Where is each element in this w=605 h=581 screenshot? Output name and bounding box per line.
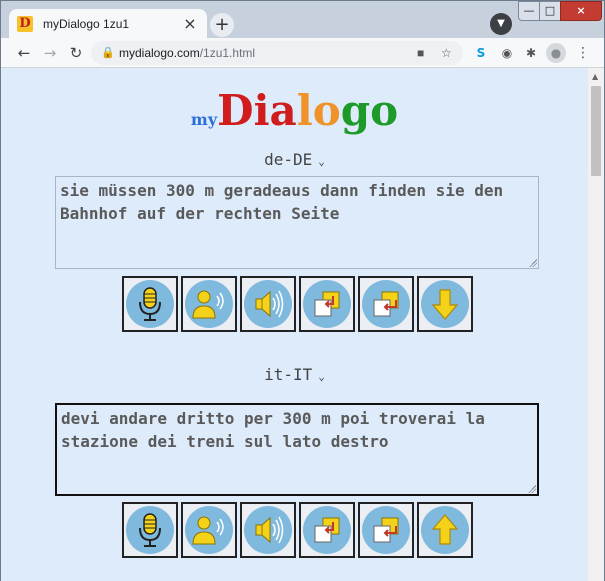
back-icon[interactable]: ← (13, 42, 35, 64)
camera-icon[interactable]: ■ (417, 41, 424, 65)
extension-icon[interactable]: ◉ (497, 43, 517, 63)
target-language-select[interactable]: it-IT ⌄ (1, 365, 588, 384)
target-text-area[interactable]: devi andare dritto per 300 m poi trovera… (55, 403, 539, 496)
tab-title: myDialogo 1zu1 (43, 16, 130, 31)
new-tab-button[interactable]: + (210, 13, 234, 37)
logo-part: go (340, 86, 399, 135)
puzzle-icon[interactable]: ✱ (521, 43, 541, 63)
paste-icon (362, 280, 410, 328)
skype-extension-icon[interactable]: S (471, 43, 491, 63)
profile-avatar-icon[interactable]: ● (546, 43, 566, 63)
minimize-button[interactable]: — (518, 1, 540, 21)
target-arrow-up-button[interactable] (417, 502, 473, 558)
target-language-label: it-IT (264, 365, 313, 384)
source-arrow-down-button[interactable] (417, 276, 473, 332)
source-text-area[interactable]: sie müssen 300 m geradeaus dann finden s… (55, 176, 539, 269)
tab-close-icon[interactable]: × (181, 14, 199, 33)
target-copy-button[interactable] (299, 502, 355, 558)
logo-my: my (190, 110, 218, 129)
chevron-down-icon: ⌄ (318, 370, 325, 383)
microphone-icon (126, 506, 174, 554)
scroll-thumb[interactable] (591, 86, 601, 176)
target-paste-button[interactable] (358, 502, 414, 558)
resize-handle-icon[interactable] (529, 259, 537, 267)
page-content: myDialogo de-DE ⌄ sie müssen 300 m gerade… (1, 68, 588, 581)
forward-icon[interactable]: → (39, 42, 61, 64)
maximize-button[interactable]: □ (539, 1, 561, 21)
source-microphone-button[interactable] (122, 276, 178, 332)
chevron-down-icon: ⌄ (318, 155, 325, 168)
scroll-up-icon[interactable]: ▲ (592, 72, 598, 81)
source-text: sie müssen 300 m geradeaus dann finden s… (60, 181, 504, 223)
target-text: devi andare dritto per 300 m poi trovera… (61, 409, 485, 451)
site-logo: myDialogo (1, 86, 588, 135)
microphone-icon (126, 280, 174, 328)
tab-search-icon[interactable]: ▼ (490, 13, 512, 35)
bookmark-star-icon[interactable]: ☆ (441, 41, 452, 65)
logo-wordmark: Dialogo (217, 86, 398, 135)
copy-icon (303, 280, 351, 328)
volume-icon (244, 280, 292, 328)
source-speaker-person-button[interactable] (181, 276, 237, 332)
url-host: mydialogo.com (119, 46, 200, 60)
source-language-label: de-DE (264, 150, 313, 169)
target-volume-button[interactable] (240, 502, 296, 558)
target-speaker-person-button[interactable] (181, 502, 237, 558)
logo-part: lo (296, 86, 341, 135)
source-button-row (122, 276, 473, 332)
address-bar[interactable]: 🔒 mydialogo.com/1zu1.html ■ ☆ (91, 41, 463, 65)
arrow-down-icon (421, 280, 469, 328)
source-language-select[interactable]: de-DE ⌄ (1, 150, 588, 169)
source-volume-button[interactable] (240, 276, 296, 332)
source-paste-button[interactable] (358, 276, 414, 332)
target-microphone-button[interactable] (122, 502, 178, 558)
browser-window: D myDialogo 1zu1 × + ▼ — □ × ← → ↻ 🔒 myd… (0, 0, 605, 581)
reload-icon[interactable]: ↻ (65, 42, 87, 64)
lock-icon: 🔒 (101, 47, 115, 59)
menu-dots-icon[interactable]: ⋮ (573, 43, 593, 63)
speaker-person-icon (185, 280, 233, 328)
close-window-button[interactable]: × (560, 1, 602, 21)
source-copy-button[interactable] (299, 276, 355, 332)
resize-handle-icon[interactable] (528, 485, 536, 493)
url-path: /1zu1.html (199, 46, 256, 60)
copy-icon (303, 506, 351, 554)
paste-icon (362, 506, 410, 554)
arrow-up-icon (421, 506, 469, 554)
logo-part: Dia (217, 86, 297, 135)
vertical-scrollbar[interactable]: ▲ (588, 68, 604, 581)
browser-toolbar: ← → ↻ 🔒 mydialogo.com/1zu1.html ■ ☆ S ◉ … (1, 38, 604, 68)
tab-strip: D myDialogo 1zu1 × + ▼ — □ × (1, 1, 604, 38)
volume-icon (244, 506, 292, 554)
browser-tab[interactable]: D myDialogo 1zu1 × (9, 9, 207, 38)
speaker-person-icon (185, 506, 233, 554)
favicon-icon: D (17, 15, 33, 32)
target-button-row (122, 502, 473, 558)
